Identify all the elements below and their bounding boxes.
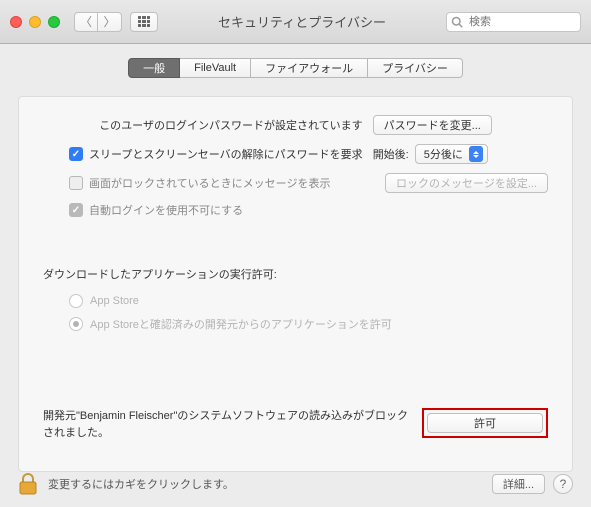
allow-apps-heading: ダウンロードしたアプリケーションの実行許可: <box>43 266 548 282</box>
show-all-button[interactable] <box>130 12 158 32</box>
appstore-identified-radio[interactable] <box>69 317 83 331</box>
titlebar: 〈 〉 セキュリティとプライバシー <box>0 0 591 44</box>
chevron-right-icon: 〉 <box>103 13 115 30</box>
window-controls <box>10 16 60 28</box>
search-icon <box>451 15 463 27</box>
require-password-label: スリープとスクリーンセーバの解除にパスワードを要求 <box>89 146 363 162</box>
disable-auto-login-label: 自動ログインを使用不可にする <box>89 202 243 218</box>
search-input[interactable] <box>446 12 581 32</box>
tab-firewall[interactable]: ファイアウォール <box>251 58 368 78</box>
general-panel: このユーザのログインパスワードが設定されています パスワードを変更... スリー… <box>18 96 573 472</box>
show-message-label: 画面がロックされているときにメッセージを表示 <box>89 175 330 191</box>
chevron-left-icon: 〈 <box>80 13 92 30</box>
appstore-only-radio[interactable] <box>69 294 83 308</box>
grid-icon <box>138 16 150 28</box>
back-button[interactable]: 〈 <box>74 12 98 32</box>
nav-buttons: 〈 〉 <box>74 12 122 32</box>
minimize-window-button[interactable] <box>29 16 41 28</box>
close-window-button[interactable] <box>10 16 22 28</box>
tab-privacy[interactable]: プライバシー <box>368 58 463 78</box>
allow-highlight: 許可 <box>422 408 548 438</box>
lock-icon[interactable] <box>18 472 38 496</box>
select-arrows-icon <box>469 146 483 162</box>
start-after-label: 開始後: <box>373 146 409 162</box>
forward-button[interactable]: 〉 <box>98 12 122 32</box>
tab-filevault[interactable]: FileVault <box>180 58 251 78</box>
advanced-button[interactable]: 詳細... <box>492 474 545 494</box>
show-message-checkbox[interactable] <box>69 176 83 190</box>
footer: 変更するにはカギをクリックします。 詳細... ? <box>0 461 591 507</box>
blocked-software-message: 開発元"Benjamin Fleischer"のシステムソフトウェアの読み込みが… <box>43 408 422 441</box>
disable-auto-login-checkbox[interactable] <box>69 203 83 217</box>
appstore-identified-label: App Storeと確認済みの開発元からのアプリケーションを許可 <box>90 316 392 332</box>
password-set-label: このユーザのログインパスワードが設定されています <box>99 117 362 133</box>
require-password-checkbox[interactable] <box>69 147 83 161</box>
start-after-select[interactable]: 5分後に <box>415 144 488 164</box>
zoom-window-button[interactable] <box>48 16 60 28</box>
help-button[interactable]: ? <box>553 474 573 494</box>
window-title: セキュリティとプライバシー <box>218 12 386 31</box>
set-lock-message-button: ロックのメッセージを設定... <box>385 173 548 193</box>
start-after-value: 5分後に <box>424 146 463 162</box>
allow-button[interactable]: 許可 <box>427 413 543 433</box>
lock-message: 変更するにはカギをクリックします。 <box>48 476 492 492</box>
tab-general[interactable]: 一般 <box>128 58 180 78</box>
appstore-only-label: App Store <box>90 295 139 307</box>
change-password-button[interactable]: パスワードを変更... <box>373 115 492 135</box>
tabs: 一般 FileVault ファイアウォール プライバシー <box>18 58 573 78</box>
search-field-wrap <box>446 12 581 32</box>
